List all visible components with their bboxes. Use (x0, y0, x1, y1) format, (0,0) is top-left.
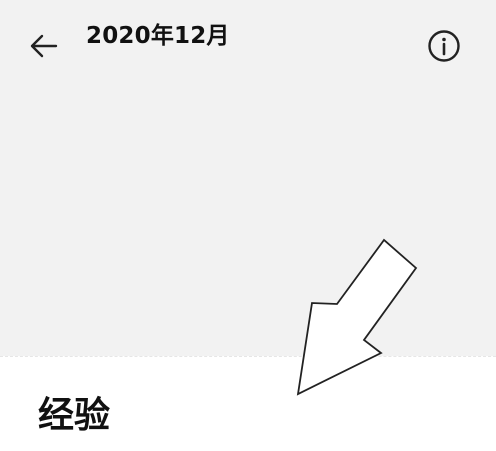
info-icon (428, 30, 460, 62)
section-heading: 经验 (38, 395, 111, 436)
info-button[interactable] (426, 28, 462, 64)
back-arrow-icon (30, 34, 58, 58)
back-button[interactable] (26, 28, 62, 64)
page-title: 2020年12月 (86, 23, 230, 49)
screen: 2020年12月 经验 (0, 0, 496, 451)
pointer-arrow-icon (296, 238, 418, 396)
